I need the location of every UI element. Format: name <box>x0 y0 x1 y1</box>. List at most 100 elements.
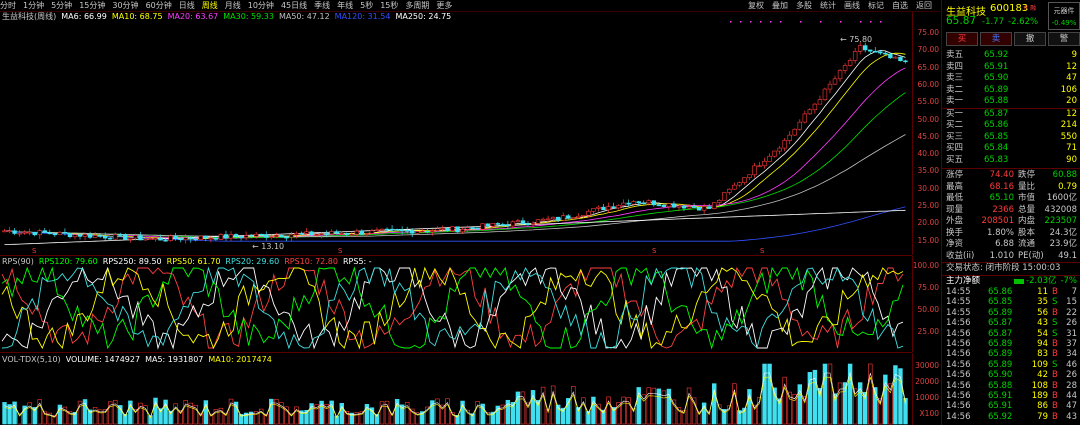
candle-body <box>576 215 581 218</box>
rps-panel[interactable]: RPS(90) RPS120: 79.60 RPS250: 89.50 RPS50: … <box>0 256 912 353</box>
ma-line <box>4 50 906 240</box>
period-tab[interactable]: 5秒 <box>360 0 373 11</box>
axis-label: 55.00 <box>917 97 939 107</box>
candle-body <box>807 109 813 115</box>
candle-body <box>631 201 636 205</box>
stat-value: 6.88 <box>995 239 1014 249</box>
level-price: 65.91 <box>984 61 1009 72</box>
tool-button[interactable]: 复权 <box>748 0 764 11</box>
period-tab[interactable]: 5分钟 <box>51 0 72 11</box>
stat-value: 60.88 <box>1052 170 1077 180</box>
candle-body <box>787 134 792 141</box>
candle-body <box>264 234 269 238</box>
tick-price: 65.86 <box>988 287 1013 297</box>
tick-time: 14:56 <box>946 370 971 381</box>
candle-body <box>555 216 561 221</box>
candle-body <box>12 230 17 234</box>
rps-chart[interactable] <box>0 256 912 352</box>
period-tab[interactable]: 周线 <box>202 0 218 11</box>
period-tab[interactable]: 15分钟 <box>79 0 105 11</box>
candle-body <box>62 232 68 234</box>
candle-body <box>17 232 22 235</box>
buy-level: 买三 65.85 550 <box>942 132 1080 144</box>
candle-body <box>666 203 672 207</box>
tick-price: 65.89 <box>988 307 1013 318</box>
candle-body <box>515 220 521 223</box>
kline-panel[interactable]: 生益科技(周线) MA6: 66.99 MA10: 68.75 MA20: 63.67… <box>0 12 912 256</box>
kline-chart[interactable]: ← 75.80 ← 13.10 S S S S <box>0 12 912 255</box>
period-tab[interactable]: 60分钟 <box>146 0 172 11</box>
tool-button[interactable]: 画线 <box>844 0 860 11</box>
sell-level: 卖二 65.89 106 <box>942 85 1080 97</box>
period-tab[interactable]: 10分钟 <box>248 0 274 11</box>
tool-button[interactable]: 多股 <box>796 0 812 11</box>
tool-button[interactable]: 统计 <box>820 0 836 11</box>
candle-body <box>777 147 782 152</box>
tool-button[interactable]: 叠加 <box>772 0 788 11</box>
candle-body <box>606 206 611 211</box>
candle-body <box>294 232 299 236</box>
axis-label: 75.00 <box>917 283 939 292</box>
axis-label: 20000 <box>915 377 939 386</box>
candle-body <box>817 99 823 105</box>
stat-row: 净资 6.88 流通 23.9亿 <box>942 239 1080 251</box>
sector-name: 元器件 <box>1053 7 1075 15</box>
candle-body <box>233 234 239 237</box>
period-tab[interactable]: 30分钟 <box>112 0 138 11</box>
last-price: 65.87 <box>946 15 977 27</box>
tool-button[interactable]: 标记 <box>868 0 884 11</box>
period-tab[interactable]: 季线 <box>314 0 330 11</box>
trade-button[interactable]: 买 <box>946 32 978 46</box>
period-tab[interactable]: 1分钟 <box>23 0 44 11</box>
tick-list[interactable]: 14:55 65.86 11 B 7 14:55 65.85 35 S 15 14:55 65.89 5… <box>942 287 1080 422</box>
tool-button[interactable]: 返回 <box>916 0 932 11</box>
stat-label: 涨停 <box>946 170 964 180</box>
trade-button[interactable]: 卖 <box>980 32 1012 46</box>
tick-row: 14:56 65.88 108 B 28 <box>942 381 1080 391</box>
period-tab[interactable]: 45日线 <box>281 0 307 11</box>
candle-body <box>706 206 712 209</box>
stat-label: 股本 <box>1018 227 1036 238</box>
axis-label: 10000 <box>915 393 939 402</box>
tick-row: 14:56 65.89 109 S 46 <box>942 360 1080 370</box>
axis-label: X100 <box>919 409 939 418</box>
period-tab[interactable]: 年线 <box>337 0 353 11</box>
tick-price: 65.88 <box>988 380 1013 391</box>
candle-body <box>32 231 37 236</box>
tick-volume: 79 <box>1037 411 1048 422</box>
tool-button[interactable]: 自选 <box>892 0 908 11</box>
candle-body <box>495 223 501 225</box>
candle-body <box>857 45 863 52</box>
trade-button[interactable]: 撤 <box>1014 32 1046 46</box>
period-tab[interactable]: 日线 <box>179 0 195 11</box>
price-change: -1.77 <box>982 17 1004 27</box>
candle-body <box>173 235 178 240</box>
trade-button[interactable]: 警 <box>1048 32 1080 46</box>
period-tab[interactable]: 多周期 <box>405 0 429 11</box>
candle-body <box>571 217 576 219</box>
ma-line <box>4 92 906 239</box>
candle-body <box>500 224 506 226</box>
candle-body <box>218 234 224 240</box>
period-tab[interactable]: 15秒 <box>380 0 398 11</box>
candle-body <box>188 237 193 240</box>
candle-body <box>701 206 707 211</box>
sector-box[interactable]: 元器件 -0.49% <box>1048 2 1080 30</box>
signal-dot <box>740 21 742 23</box>
volume-panel[interactable]: VOL-TDX(5,10) VOLUME: 1474927 MA5: 1931807… <box>0 353 912 425</box>
period-tab[interactable]: 分时 <box>0 0 16 11</box>
tick-price: 65.91 <box>988 390 1013 401</box>
candle-body <box>888 53 893 59</box>
tick-time: 14:56 <box>946 411 971 422</box>
candle-body <box>369 230 375 234</box>
period-tab[interactable]: 月线 <box>225 0 241 11</box>
volume-chart[interactable] <box>0 353 912 425</box>
sector-pct: -0.49% <box>1051 19 1077 27</box>
candle-body <box>686 206 692 209</box>
axis-label: 100.00 <box>912 261 939 270</box>
level-volume: 20 <box>1066 96 1077 106</box>
candle-body <box>324 233 329 236</box>
stat-label: 总量 <box>1018 204 1036 215</box>
period-tab[interactable]: 更多 <box>436 0 452 11</box>
tick-volume: 109 <box>1031 359 1048 370</box>
